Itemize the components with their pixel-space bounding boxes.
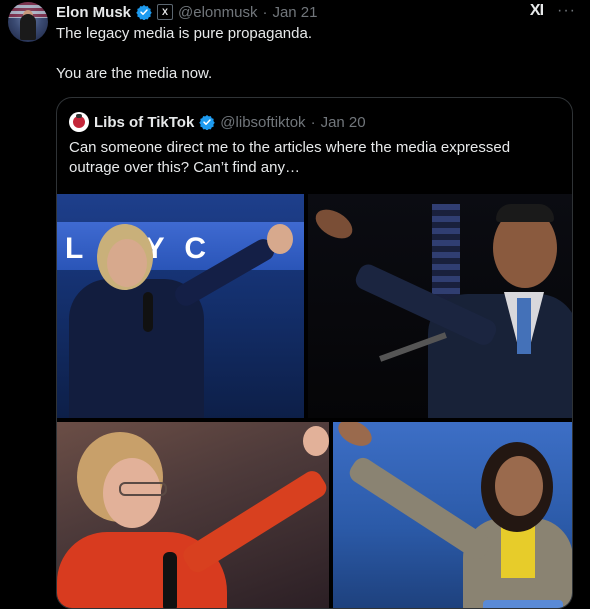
photo-1[interactable]: L R Y C <box>57 194 304 418</box>
verified-badge-icon <box>199 115 216 130</box>
avatar-figure <box>20 14 36 40</box>
quoted-tweet-date: Jan 20 <box>320 113 366 131</box>
quoted-tweet[interactable]: Libs of TikTok @libsoftiktok · Jan 20 Ca… <box>56 97 573 609</box>
quoted-tweet-header: Libs of TikTok @libsoftiktok · Jan 20 <box>69 112 366 132</box>
person-tie <box>517 298 531 354</box>
author-name[interactable]: Elon Musk <box>56 4 131 21</box>
person-arm <box>345 454 495 564</box>
person-face <box>107 239 147 287</box>
person-arm <box>179 467 329 576</box>
tweet-line-1: The legacy media is pure propaganda. <box>56 25 312 42</box>
separator-dot: · <box>310 113 316 131</box>
person-face <box>495 456 543 516</box>
glasses <box>119 482 167 496</box>
author-handle[interactable]: @elonmusk <box>178 4 257 21</box>
tweet-header: Elon Musk X @elonmusk · Jan 21 <box>56 2 318 22</box>
quoted-avatar <box>69 112 89 132</box>
person-hand <box>310 203 358 245</box>
more-options-icon[interactable]: ··· <box>557 2 576 20</box>
podium <box>483 600 563 608</box>
tweet-date[interactable]: Jan 21 <box>272 4 317 21</box>
tweet[interactable]: Elon Musk X @elonmusk · Jan 21 XI ··· Th… <box>0 0 590 609</box>
quoted-tweet-text: Can someone direct me to the articles wh… <box>69 139 511 176</box>
grok-icon[interactable]: XI <box>530 2 544 20</box>
photo-3[interactable] <box>57 422 329 608</box>
person-hair <box>496 204 554 222</box>
verified-badge-icon <box>136 5 152 20</box>
photo-grid: L R Y C <box>57 194 572 608</box>
tweet-actions-top: XI ··· <box>530 2 576 20</box>
quoted-author-name: Libs of TikTok <box>94 113 195 131</box>
tweet-line-2: You are the media now. <box>56 65 213 82</box>
quoted-author-handle: @libsoftiktok <box>220 113 306 131</box>
photo-4[interactable] <box>333 422 572 608</box>
microphone <box>143 292 153 332</box>
person-hand <box>303 426 329 456</box>
separator-dot: · <box>262 3 268 21</box>
microphone <box>163 552 177 608</box>
person-hand <box>267 224 293 254</box>
avatar[interactable] <box>8 2 48 42</box>
photo-2[interactable] <box>308 194 572 418</box>
person-hand <box>333 422 377 452</box>
affiliate-x-icon[interactable]: X <box>157 4 174 20</box>
tweet-text: The legacy media is pure propaganda. You… <box>56 24 576 84</box>
